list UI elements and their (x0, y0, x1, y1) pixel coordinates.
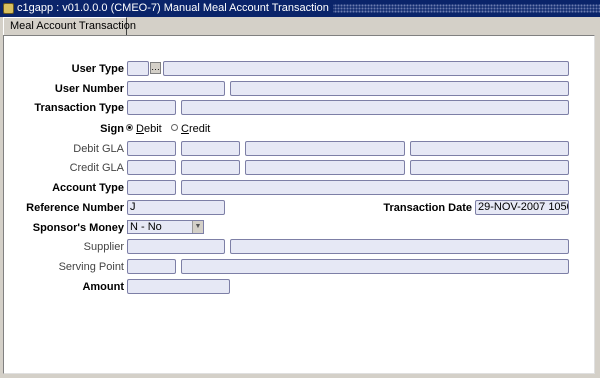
supplier-name-field[interactable] (230, 239, 569, 254)
credit-gla-field-4[interactable] (410, 160, 569, 175)
sign-credit-radio[interactable] (171, 124, 178, 131)
sponsors-money-select[interactable]: N - No ▼ (127, 220, 204, 234)
window-title-bar: c1gapp : v01.0.0.0 (CMEO-7) Manual Meal … (0, 0, 600, 17)
account-type-code-field[interactable] (127, 180, 176, 195)
user-number-field[interactable] (127, 81, 225, 96)
sign-credit-label[interactable]: Credit (181, 122, 210, 136)
transaction-type-description-field[interactable] (181, 100, 569, 115)
transaction-type-code-field[interactable] (127, 100, 176, 115)
transaction-date-field[interactable]: 29-NOV-2007 1050 (475, 200, 569, 215)
user-type-code-field[interactable] (127, 61, 149, 76)
user-type-lov-button[interactable]: … (150, 62, 161, 74)
transaction-date-label: Transaction Date (383, 202, 472, 214)
dropdown-arrow-icon[interactable]: ▼ (192, 221, 203, 233)
user-number-label: User Number (54, 83, 124, 95)
transaction-type-label: Transaction Type (34, 102, 124, 114)
user-type-label: User Type (71, 63, 124, 75)
serving-point-description-field[interactable] (181, 259, 569, 274)
amount-field[interactable] (127, 279, 230, 294)
serving-point-label: Serving Point (58, 261, 124, 273)
user-type-description-field[interactable] (163, 61, 569, 76)
debit-gla-label: Debit GLA (73, 143, 124, 155)
account-type-description-field[interactable] (181, 180, 569, 195)
reference-number-label: Reference Number (26, 202, 124, 214)
sponsors-money-label: Sponsor's Money (32, 222, 124, 234)
sign-debit-radio[interactable] (126, 124, 133, 131)
panel-scroll-area (581, 38, 594, 371)
sponsors-money-value: N - No (130, 221, 162, 233)
supplier-label: Supplier (83, 241, 124, 253)
credit-gla-field-1[interactable] (127, 160, 176, 175)
debit-gla-field-3[interactable] (245, 141, 405, 156)
user-name-field[interactable] (230, 81, 569, 96)
sign-label: Sign (100, 123, 124, 135)
sign-debit-label[interactable]: Debit (136, 122, 162, 136)
credit-gla-field-3[interactable] (245, 160, 405, 175)
reference-number-field[interactable]: J (127, 200, 225, 215)
serving-point-code-field[interactable] (127, 259, 176, 274)
app-icon (3, 3, 14, 14)
tab-meal-account-transaction[interactable]: Meal Account Transaction (3, 17, 136, 35)
account-type-label: Account Type (52, 182, 124, 194)
window-title: c1gapp : v01.0.0.0 (CMEO-7) Manual Meal … (17, 2, 333, 14)
debit-gla-field-4[interactable] (410, 141, 569, 156)
debit-gla-field-2[interactable] (181, 141, 240, 156)
credit-gla-label: Credit GLA (69, 162, 124, 174)
supplier-code-field[interactable] (127, 239, 225, 254)
amount-label: Amount (82, 281, 124, 293)
debit-gla-field-1[interactable] (127, 141, 176, 156)
credit-gla-field-2[interactable] (181, 160, 240, 175)
